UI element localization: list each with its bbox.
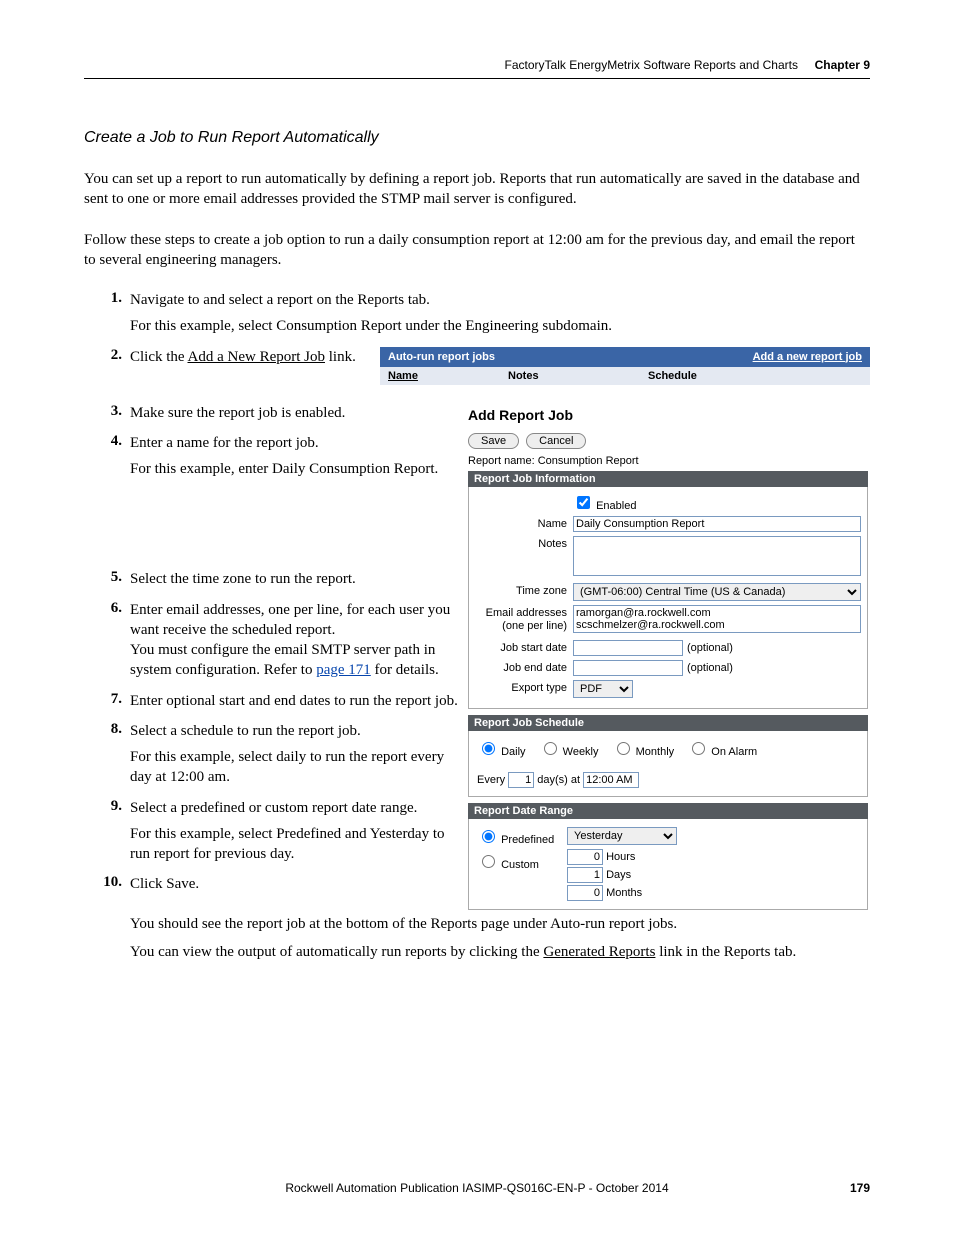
step10-followup-1: You should see the report job at the bot… (130, 914, 870, 934)
radio-custom[interactable]: Custom (477, 852, 557, 871)
intro-paragraph-1: You can set up a report to run automatic… (84, 169, 870, 210)
months-label: Months (606, 887, 642, 899)
screenshot-autorun-jobs: Auto-run report jobs Add a new report jo… (380, 347, 870, 385)
email-textarea[interactable]: ramorgan@ra.rockwell.com scschmelzer@ra.… (573, 605, 861, 633)
enabled-label: Enabled (596, 500, 636, 512)
optional-text: (optional) (687, 642, 733, 654)
step-text: Click the (130, 349, 188, 365)
months-input[interactable] (567, 885, 603, 901)
enddate-input[interactable] (573, 660, 683, 676)
email-label: Email addresses (one per line) (475, 605, 573, 633)
timezone-select[interactable]: (GMT-06:00) Central Time (US & Canada) (573, 583, 861, 601)
name-label: Name (475, 516, 573, 531)
time-input[interactable] (583, 772, 639, 788)
radio-weekly[interactable]: Weekly (539, 746, 599, 758)
screenshot-add-report-job: Add Report Job Save Cancel Report name: … (468, 407, 868, 910)
autorun-title: Auto-run report jobs (388, 351, 495, 363)
days-input[interactable] (567, 867, 603, 883)
startdate-label: Job start date (475, 640, 573, 655)
step-text: Select a schedule to run the report job. (130, 723, 361, 739)
page-171-link[interactable]: page 171 (316, 662, 371, 678)
add-report-job-heading: Add Report Job (468, 407, 868, 423)
step-subtext: For this example, select Predefined and … (130, 824, 464, 865)
header-chapter: Chapter 9 (815, 58, 870, 72)
generated-reports-link-text: Generated Reports (543, 944, 655, 960)
step-text: Navigate to and select a report on the R… (130, 292, 430, 308)
step-number: 8. (84, 721, 130, 738)
step-subtext: For this example, select daily to run th… (130, 747, 464, 788)
step-text: Click Save. (130, 874, 464, 894)
radio-onalarm[interactable]: On Alarm (687, 746, 757, 758)
footer-page-number: 179 (850, 1181, 870, 1195)
section-report-job-schedule: Report Job Schedule (468, 715, 868, 731)
notes-textarea[interactable] (573, 536, 861, 576)
days-at-label: day(s) at (537, 774, 580, 786)
step-text: Select a predefined or custom report dat… (130, 800, 417, 816)
hours-label: Hours (606, 851, 635, 863)
step-text: Select the time zone to run the report. (130, 569, 464, 589)
export-select[interactable]: PDF (573, 680, 633, 698)
enabled-checkbox[interactable] (577, 496, 590, 509)
days-label: Days (606, 869, 631, 881)
every-label: Every (477, 774, 505, 786)
step-subtext: For this example, enter Daily Consumptio… (130, 459, 464, 479)
save-button[interactable]: Save (468, 433, 519, 449)
step10-followup-2a: You can view the output of automatically… (130, 944, 543, 960)
enddate-label: Job end date (475, 660, 573, 675)
every-input[interactable] (508, 772, 534, 788)
radio-monthly[interactable]: Monthly (612, 746, 675, 758)
export-label: Export type (475, 680, 573, 695)
step-number: 2. (84, 347, 130, 364)
section-report-job-info: Report Job Information (468, 471, 868, 487)
step-text: link. (325, 349, 356, 365)
step-number: 4. (84, 433, 130, 450)
section-title: Create a Job to Run Report Automatically (84, 129, 870, 147)
step-subtext: For this example, select Consumption Rep… (130, 316, 870, 336)
page-header: FactoryTalk EnergyMetrix Software Report… (84, 58, 870, 79)
radio-predefined[interactable]: Predefined (477, 827, 557, 846)
step-text: Enter a name for the report job. (130, 435, 319, 451)
step-text: Enter email addresses, one per line, for… (130, 602, 450, 638)
step-number: 5. (84, 569, 130, 586)
col-schedule: Schedule (648, 370, 788, 382)
notes-label: Notes (475, 536, 573, 551)
timezone-label: Time zone (475, 583, 573, 598)
col-notes: Notes (508, 370, 648, 382)
add-report-job-link-text: Add a New Report Job (188, 349, 325, 365)
header-title: FactoryTalk EnergyMetrix Software Report… (505, 58, 798, 72)
name-input[interactable] (573, 516, 861, 532)
add-new-report-job-link[interactable]: Add a new report job (753, 351, 862, 363)
col-name[interactable]: Name (388, 370, 508, 382)
optional-text: (optional) (687, 662, 733, 674)
section-report-date-range: Report Date Range (468, 803, 868, 819)
report-name-label: Report name: (468, 455, 535, 467)
step-number: 6. (84, 600, 130, 617)
predefined-select[interactable]: Yesterday (567, 827, 677, 845)
step-text: Make sure the report job is enabled. (130, 403, 464, 423)
startdate-input[interactable] (573, 640, 683, 656)
radio-daily[interactable]: Daily (477, 746, 526, 758)
step10-followup-2b: link in the Reports tab. (655, 944, 796, 960)
report-name-value: Consumption Report (538, 455, 639, 467)
hours-input[interactable] (567, 849, 603, 865)
step-number: 10. (84, 874, 130, 891)
cancel-button[interactable]: Cancel (526, 433, 586, 449)
step-text: for details. (371, 662, 439, 678)
intro-paragraph-2: Follow these steps to create a job optio… (84, 230, 870, 271)
step-text: Enter optional start and end dates to ru… (130, 691, 464, 711)
step-number: 1. (84, 290, 130, 307)
step-number: 3. (84, 403, 130, 420)
step-number: 9. (84, 798, 130, 815)
step-number: 7. (84, 691, 130, 708)
footer-publication: Rockwell Automation Publication IASIMP-Q… (285, 1181, 668, 1195)
